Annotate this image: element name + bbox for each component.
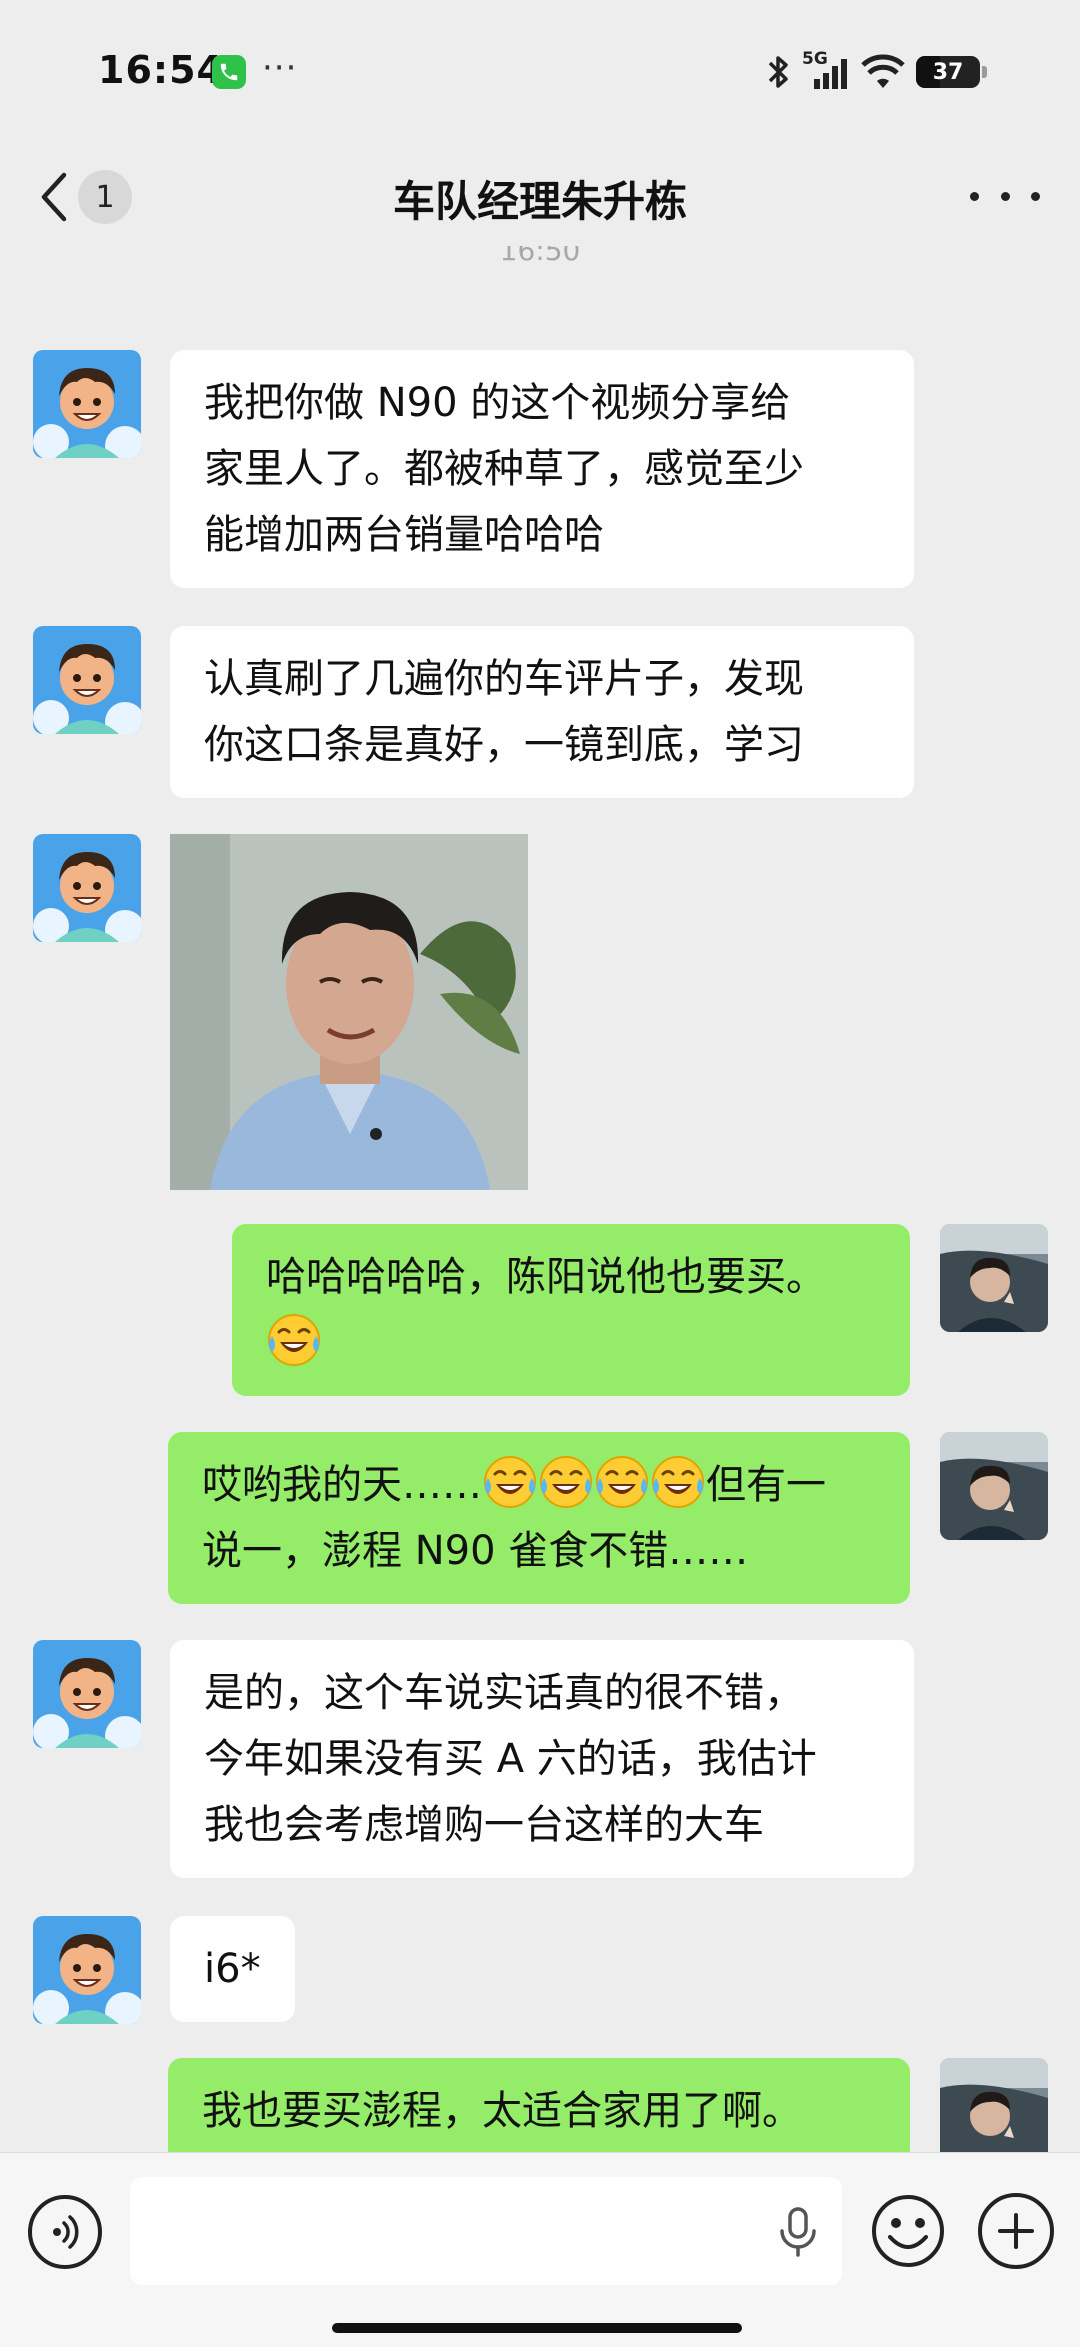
dot [970, 191, 979, 201]
image-message[interactable] [170, 834, 528, 1190]
message-line [266, 1310, 876, 1376]
message-line: 能增加两台销量哈哈哈 [204, 512, 604, 558]
contact-avatar[interactable] [33, 626, 141, 734]
home-indicator[interactable] [332, 2323, 742, 2333]
message-bubble[interactable]: 是的，这个车说实话真的很不错， 今年如果没有买 A 六的话，我估计 我也会考虑增… [170, 1640, 914, 1878]
message-line: 说一，澎程 N90 雀食不错…… [202, 1528, 749, 1574]
my-avatar[interactable] [940, 2058, 1048, 2166]
my-avatar[interactable] [940, 1224, 1048, 1332]
phone-call-icon [212, 55, 246, 89]
message-line: 我把你做 N90 的这个视频分享给 [204, 380, 791, 426]
tears-of-joy-emoji-icon [650, 1454, 706, 1510]
message-line: 我也会考虑增购一台这样的大车 [204, 1802, 764, 1848]
more-options-button[interactable] [970, 174, 1040, 218]
mic-icon[interactable] [776, 2207, 820, 2257]
more-actions-button[interactable] [978, 2193, 1054, 2269]
battery-icon: 37 [916, 56, 987, 88]
tears-of-joy-emoji-icon [266, 1312, 322, 1368]
chat-header: 1 车队经理朱升栋 [0, 140, 1080, 250]
time-divider: 16:50 [0, 246, 1080, 280]
wifi-icon [861, 54, 905, 88]
message-text: 但有一 [706, 1462, 826, 1508]
message-line: 家里人了。都被种草了，感觉至少 [204, 446, 804, 492]
voice-input-button[interactable] [28, 2195, 102, 2269]
tears-of-joy-emoji-icon [538, 1454, 594, 1510]
system-icons: 5G 37 [766, 49, 987, 92]
my-avatar[interactable] [940, 1432, 1048, 1540]
tears-of-joy-emoji-icon [482, 1454, 538, 1510]
bluetooth-icon [768, 56, 788, 88]
contact-avatar[interactable] [33, 350, 141, 458]
message-line: 认真刷了几遍你的车评片子，发现 [204, 656, 804, 702]
emoji-button[interactable] [870, 2193, 946, 2269]
message-line: 你这口条是真好，一镜到底，学习 [204, 722, 804, 768]
message-line: 哈哈哈哈哈，陈阳说他也要买。 [266, 1254, 826, 1300]
message-line: 今年如果没有买 A 六的话，我估计 [204, 1736, 817, 1782]
more-notifications-icon: ··· [262, 48, 298, 88]
dot [1000, 191, 1010, 201]
message-line: i6* [204, 1946, 261, 1992]
message-bubble[interactable]: 我把你做 N90 的这个视频分享给 家里人了。都被种草了，感觉至少 能增加两台销… [170, 350, 914, 588]
message-line: 哎哟我的天…… 但有一 [202, 1452, 876, 1518]
status-bar: 16:54 ··· 5G 37 [0, 0, 1080, 140]
cellular-signal-icon: 5G [802, 49, 850, 91]
voice-icon [53, 2215, 79, 2249]
message-bubble[interactable]: 认真刷了几遍你的车评片子，发现 你这口条是真好，一镜到底，学习 [170, 626, 914, 798]
photo-man-smiling [170, 834, 528, 1190]
tears-of-joy-emoji-icon [594, 1454, 650, 1510]
contact-avatar[interactable] [33, 1916, 141, 2024]
contact-avatar[interactable] [33, 834, 141, 942]
message-input[interactable] [130, 2177, 842, 2285]
dot [1031, 191, 1040, 201]
emoji-icon [872, 2195, 944, 2267]
plus-icon [998, 2213, 1034, 2249]
input-bar [0, 2152, 1080, 2347]
chat-title: 车队经理朱升栋 [392, 177, 687, 226]
message-line: 是的，这个车说实话真的很不错， [204, 1670, 804, 1716]
message-text: 哎哟我的天…… [202, 1462, 482, 1508]
message-bubble-self[interactable]: 哎哟我的天…… 但有一 说一，澎程 N90 雀食不错…… [168, 1432, 910, 1604]
time-divider-text: 16:50 [499, 246, 581, 267]
message-bubble-self[interactable]: 哈哈哈哈哈，陈阳说他也要买。 [232, 1224, 910, 1396]
contact-avatar[interactable] [33, 1640, 141, 1748]
battery-level: 37 [932, 59, 964, 85]
message-bubble[interactable]: i6* [170, 1916, 295, 2022]
message-bubble-self[interactable]: 我也要买澎程，太适合家用了啊。 [168, 2058, 910, 2164]
message-line: 我也要买澎程，太适合家用了啊。 [202, 2088, 802, 2134]
status-time: 16:54 [98, 48, 224, 92]
